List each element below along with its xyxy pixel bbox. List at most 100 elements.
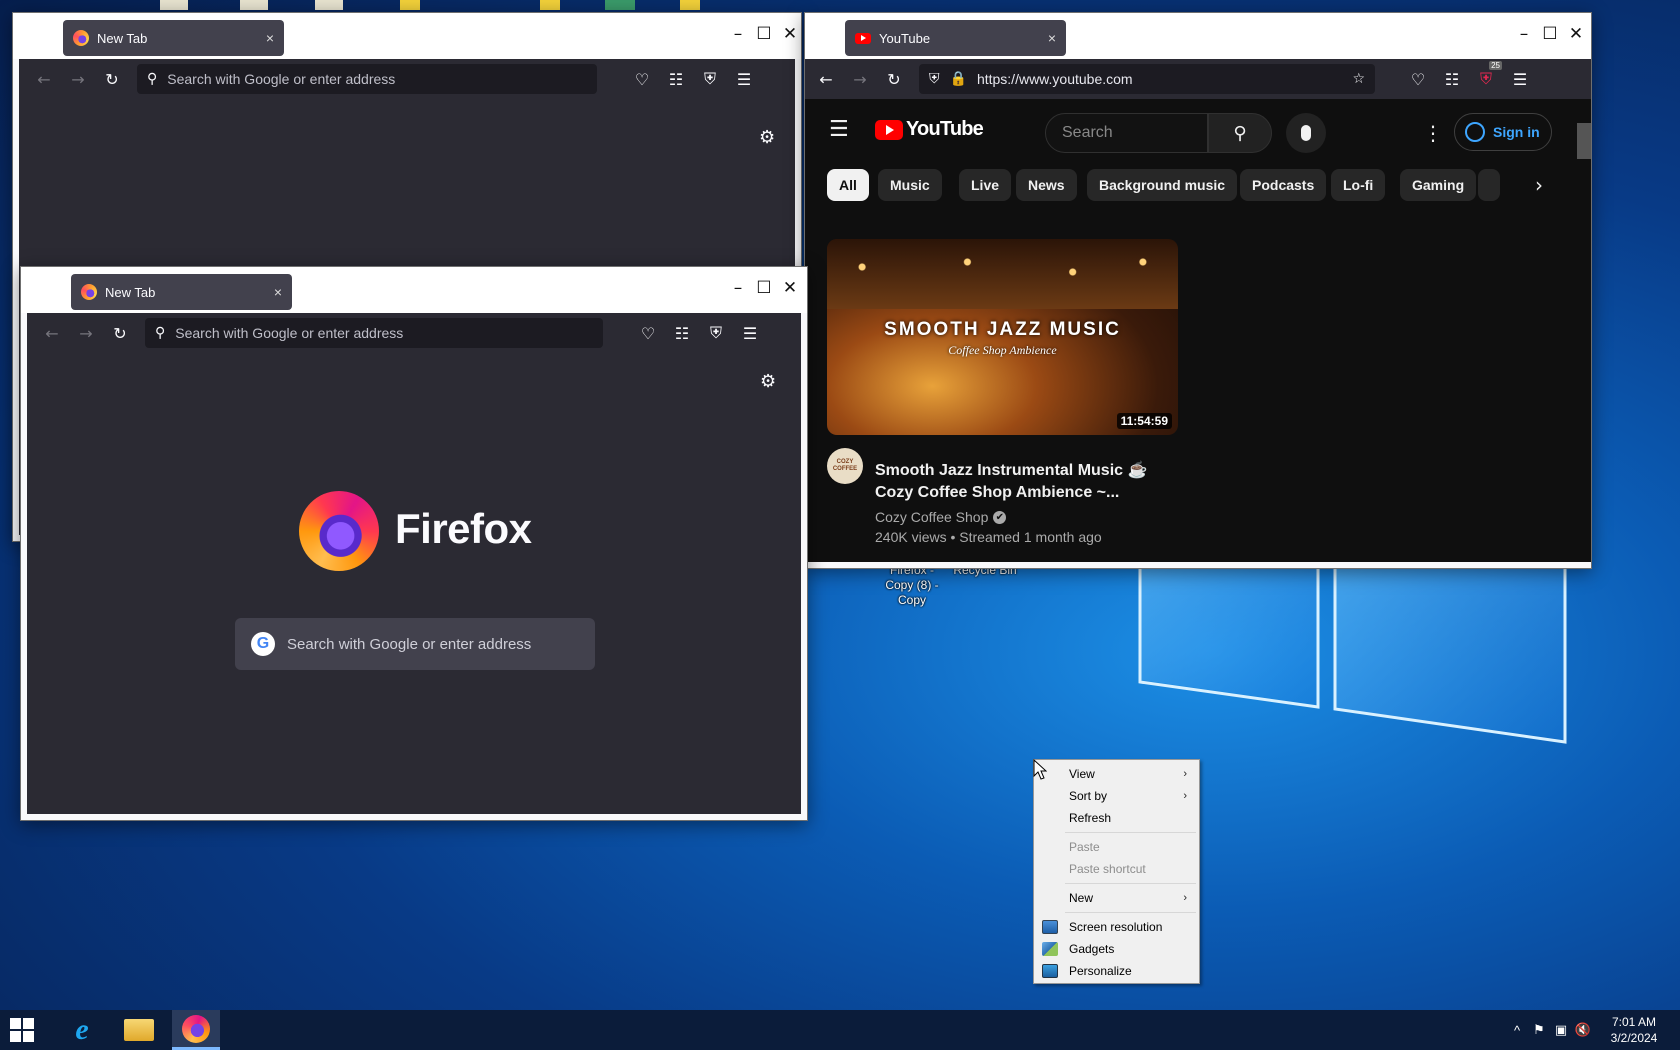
file-explorer-icon[interactable] xyxy=(124,1019,154,1041)
menu-icon[interactable]: ☰ xyxy=(727,63,761,95)
titlebar[interactable]: New Tab × – ☐ ✕ xyxy=(13,13,801,59)
pocket-icon[interactable]: ♡ xyxy=(625,63,659,95)
internet-explorer-icon[interactable]: e xyxy=(66,1013,98,1046)
back-arrow-icon[interactable]: ← xyxy=(809,63,843,95)
chip-music[interactable]: Music xyxy=(878,169,942,201)
tab-close-icon[interactable]: × xyxy=(1048,30,1056,46)
close-icon[interactable]: ✕ xyxy=(777,21,803,47)
tab-new-tab[interactable]: New Tab × xyxy=(71,274,292,310)
extensions-icon[interactable]: ☷ xyxy=(1435,63,1469,95)
url-bar[interactable]: ⚲ Search with Google or enter address xyxy=(145,318,603,348)
menu-item-refresh[interactable]: Refresh xyxy=(1036,807,1197,829)
chip-gaming[interactable]: Gaming xyxy=(1400,169,1477,201)
menu-icon[interactable]: ☰ xyxy=(1503,63,1537,95)
clock[interactable]: 7:01 AM 3/2/2024 xyxy=(1594,1014,1674,1046)
scrollbar[interactable] xyxy=(1575,99,1591,562)
menu-item-screen-resolution[interactable]: Screen resolution xyxy=(1036,916,1197,938)
url-bar[interactable]: ⛨ 🔒 https://www.youtube.com ☆ xyxy=(919,64,1375,94)
ublock-shield-icon[interactable]: ⛨ xyxy=(699,317,733,349)
taskbar: e ^ ⚑ ▣ 🔇 7:01 AM 3/2/2024 xyxy=(0,1010,1680,1050)
scrollbar-thumb[interactable] xyxy=(1577,123,1591,159)
show-hidden-icons-icon[interactable]: ^ xyxy=(1506,1023,1528,1038)
action-center-flag-icon[interactable]: ⚑ xyxy=(1528,1023,1550,1038)
menu-icon[interactable]: ☰ xyxy=(733,317,767,349)
menu-item-sort-by[interactable]: Sort by › xyxy=(1036,785,1197,807)
tab-close-icon[interactable]: × xyxy=(266,30,274,46)
firefox-taskbar-icon[interactable] xyxy=(172,1010,220,1050)
url-bar[interactable]: ⚲ Search with Google or enter address xyxy=(137,64,597,94)
chip-next-partial[interactable] xyxy=(1478,169,1500,201)
settings-gear-icon[interactable]: ⚙ xyxy=(759,127,775,148)
settings-gear-icon[interactable]: ⚙ xyxy=(760,371,776,392)
pocket-icon[interactable]: ♡ xyxy=(1401,63,1435,95)
channel-name[interactable]: Cozy Coffee Shop ✔ xyxy=(875,509,1007,525)
network-icon[interactable]: ▣ xyxy=(1550,1023,1572,1038)
chip-all[interactable]: All xyxy=(827,169,869,201)
tab-title: YouTube xyxy=(879,30,931,46)
lock-icon[interactable]: 🔒 xyxy=(950,71,967,87)
tab-close-icon[interactable]: × xyxy=(274,284,282,300)
minimize-icon[interactable]: – xyxy=(725,21,751,47)
google-g-icon: G xyxy=(251,632,275,656)
reload-icon[interactable]: ↻ xyxy=(877,63,911,95)
maximize-icon[interactable]: ☐ xyxy=(751,275,777,301)
minimize-icon[interactable]: – xyxy=(1511,21,1537,47)
titlebar[interactable]: New Tab × – ☐ ✕ xyxy=(21,267,807,313)
back-arrow-icon[interactable]: ← xyxy=(27,63,61,95)
youtube-search-placeholder: Search xyxy=(1062,124,1113,141)
youtube-search-button[interactable]: ⚲ xyxy=(1208,113,1272,153)
chip-podcasts[interactable]: Podcasts xyxy=(1240,169,1327,201)
voice-search-button[interactable] xyxy=(1286,113,1326,153)
pocket-icon[interactable]: ♡ xyxy=(631,317,665,349)
ublock-shield-icon[interactable]: ⛨ xyxy=(693,63,727,95)
tab-youtube[interactable]: YouTube × xyxy=(845,20,1066,56)
extensions-icon[interactable]: ☷ xyxy=(665,317,699,349)
chip-live[interactable]: Live xyxy=(959,169,1012,201)
new-tab-search-box[interactable]: G Search with Google or enter address xyxy=(235,618,595,670)
tracking-shield-icon[interactable]: ⛨ xyxy=(929,71,940,87)
video-title[interactable]: Smooth Jazz Instrumental Music ☕ Cozy Co… xyxy=(875,460,1165,504)
video-thumbnail[interactable]: SMOOTH JAZZ MUSIC Coffee Shop Ambience 1… xyxy=(827,239,1178,435)
titlebar[interactable]: YouTube × – ☐ ✕ xyxy=(805,13,1591,59)
forward-arrow-icon[interactable]: → xyxy=(69,317,103,349)
forward-arrow-icon[interactable]: → xyxy=(843,63,877,95)
reload-icon[interactable]: ↻ xyxy=(95,63,129,95)
youtube-window[interactable]: YouTube × – ☐ ✕ ← → ↻ ⛨ 🔒 https://www.yo… xyxy=(804,12,1592,569)
menu-item-view[interactable]: View › xyxy=(1036,763,1197,785)
ublock-shield-icon[interactable]: ⛨ 25 xyxy=(1469,61,1503,95)
menu-item-gadgets[interactable]: Gadgets xyxy=(1036,938,1197,960)
youtube-search-box[interactable]: Search xyxy=(1045,113,1208,153)
tab-new-tab[interactable]: New Tab × xyxy=(63,20,284,56)
chip-background-music[interactable]: Background music xyxy=(1087,169,1238,201)
volume-muted-icon[interactable]: 🔇 xyxy=(1572,1023,1594,1038)
hamburger-menu-icon[interactable]: ☰ xyxy=(829,117,849,142)
menu-item-personalize[interactable]: Personalize xyxy=(1036,960,1197,982)
chip-news[interactable]: News xyxy=(1016,169,1077,201)
menu-item-new[interactable]: New › xyxy=(1036,887,1197,909)
sign-in-button[interactable]: Sign in xyxy=(1454,113,1552,151)
desktop-icon-firefox-copy[interactable]: Firefox - Copy (8) - Copy xyxy=(880,563,944,608)
url-placeholder: Search with Google or enter address xyxy=(167,71,396,87)
close-icon[interactable]: ✕ xyxy=(777,275,803,301)
start-button[interactable] xyxy=(10,1018,34,1042)
maximize-icon[interactable]: ☐ xyxy=(1537,21,1563,47)
more-options-icon[interactable]: ⋮ xyxy=(1423,121,1443,145)
youtube-logo[interactable]: YouTube xyxy=(875,118,984,141)
back-arrow-icon[interactable]: ← xyxy=(35,317,69,349)
reload-icon[interactable]: ↻ xyxy=(103,317,137,349)
channel-avatar[interactable]: COZY COFFEE xyxy=(827,448,863,484)
minimize-icon[interactable]: – xyxy=(725,275,751,301)
menu-item-paste-shortcut[interactable]: Paste shortcut xyxy=(1036,858,1197,880)
extensions-icon[interactable]: ☷ xyxy=(659,63,693,95)
video-meta: 240K views • Streamed 1 month ago xyxy=(875,529,1102,545)
forward-arrow-icon[interactable]: → xyxy=(61,63,95,95)
chips-next-arrow-icon[interactable]: › xyxy=(1535,173,1543,197)
menu-separator xyxy=(1065,832,1196,833)
menu-item-paste[interactable]: Paste xyxy=(1036,836,1197,858)
firefox-window-front[interactable]: New Tab × – ☐ ✕ ← → ↻ ⚲ Search with Goog… xyxy=(20,266,808,821)
close-icon[interactable]: ✕ xyxy=(1563,21,1589,47)
bookmark-star-icon[interactable]: ☆ xyxy=(1352,71,1365,87)
chip-lofi[interactable]: Lo-fi xyxy=(1331,169,1386,201)
mouse-cursor-icon xyxy=(1033,759,1047,780)
maximize-icon[interactable]: ☐ xyxy=(751,21,777,47)
